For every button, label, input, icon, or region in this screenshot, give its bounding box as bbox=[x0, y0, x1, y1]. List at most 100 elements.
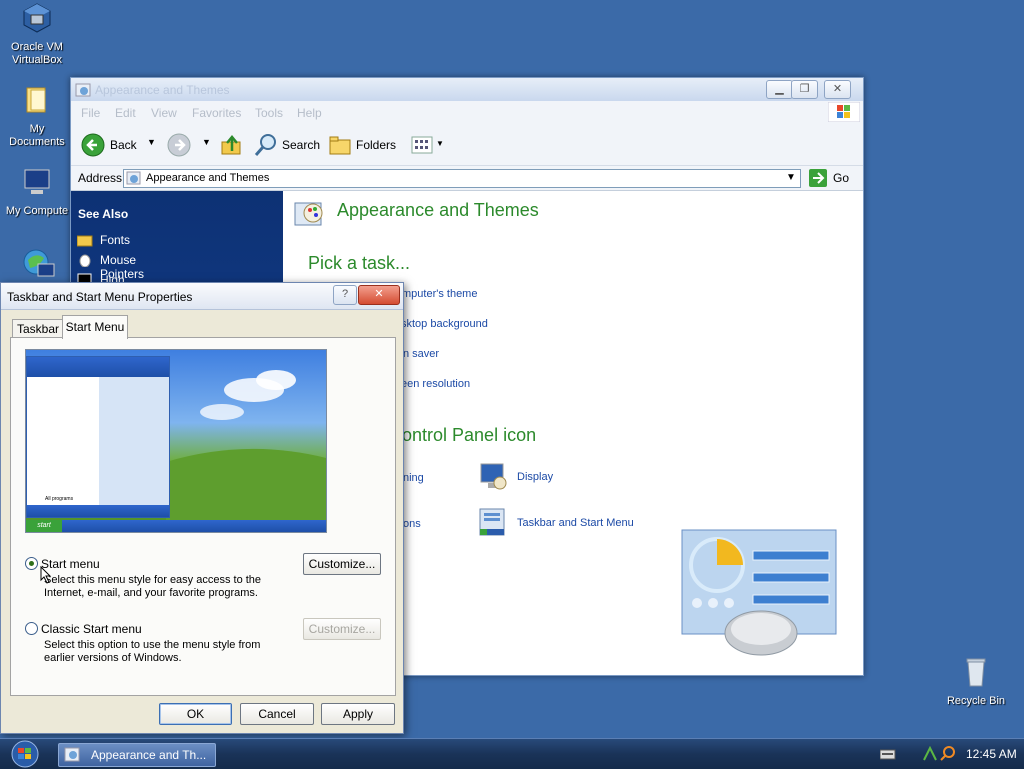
views-icon[interactable] bbox=[411, 136, 433, 154]
see-also-title: See Also bbox=[78, 207, 129, 221]
folders-button[interactable]: Folders bbox=[328, 133, 396, 160]
see-also-mouse-pointers[interactable]: Mouse Pointers bbox=[77, 253, 144, 281]
control-panel-icon bbox=[64, 747, 80, 762]
toolbar: Back ▼ ▼ Search Folders ▼ bbox=[71, 123, 863, 166]
search-icon bbox=[254, 134, 276, 156]
preview-user-header bbox=[27, 357, 169, 377]
start-orb-icon[interactable] bbox=[8, 740, 42, 768]
mouse-cursor-icon bbox=[40, 566, 52, 584]
menu-edit[interactable]: Edit bbox=[115, 106, 136, 120]
network-tray-icon[interactable] bbox=[922, 746, 938, 762]
address-label: Address bbox=[78, 171, 123, 185]
taskbar-item-appearance[interactable]: Appearance and Th... bbox=[58, 743, 216, 767]
desktop-icon-label: My Documents bbox=[9, 123, 65, 148]
views-dropdown-icon[interactable]: ▼ bbox=[436, 139, 444, 148]
menu-tools[interactable]: Tools bbox=[255, 106, 283, 120]
maximize-button[interactable]: ❐ bbox=[791, 80, 818, 99]
windows-flag-icon bbox=[828, 102, 860, 122]
start-menu-desc-1: Select this menu style for easy access t… bbox=[44, 574, 262, 586]
taskbar-illustration-icon bbox=[681, 529, 837, 656]
classic-customize-button[interactable]: Customize... bbox=[303, 618, 381, 640]
mouse-icon bbox=[79, 254, 91, 268]
classic-desc-1: Select this option to use the menu style… bbox=[44, 639, 261, 651]
ok-button[interactable]: OK bbox=[159, 703, 232, 725]
minimize-button[interactable]: ▁ bbox=[766, 80, 793, 99]
preview-right-column bbox=[99, 377, 169, 505]
task-change-theme[interactable]: mputer's theme bbox=[402, 288, 477, 300]
forward-arrow-icon[interactable] bbox=[167, 133, 191, 157]
taskbar: Appearance and Th... 12:45 AM bbox=[0, 738, 1024, 769]
preview-start-button: start bbox=[26, 520, 62, 532]
address-value: Appearance and Themes bbox=[146, 172, 270, 184]
see-also-fonts[interactable]: Fonts bbox=[76, 233, 130, 250]
dialog-close-button[interactable]: ✕ bbox=[358, 285, 400, 305]
back-dropdown-icon[interactable]: ▼ bbox=[147, 137, 156, 147]
display-icon bbox=[480, 463, 507, 490]
page-heading: Appearance and Themes bbox=[337, 200, 539, 220]
preview-all-programs: All programs bbox=[45, 496, 74, 502]
icon-link-partial-2[interactable]: ons bbox=[403, 518, 421, 530]
task-screen-saver[interactable]: n saver bbox=[403, 348, 439, 360]
computer-icon bbox=[24, 169, 50, 194]
desktop-icon-my-documents[interactable]: My Documents bbox=[0, 84, 77, 149]
display-link[interactable]: Display bbox=[478, 461, 553, 496]
properties-dialog: Taskbar and Start Menu Properties ? ✕ Ta… bbox=[0, 282, 404, 734]
desktop-icon-virtualbox[interactable]: Oracle VM VirtualBox bbox=[0, 2, 77, 67]
help-button[interactable]: ? bbox=[333, 285, 357, 305]
recycle-bin-icon bbox=[966, 658, 986, 687]
cancel-button[interactable]: Cancel bbox=[240, 703, 314, 725]
pick-task-heading: Pick a task... bbox=[308, 253, 411, 273]
preview-start-panel: All programs bbox=[26, 356, 170, 518]
start-menu-tab-panel: All programs start Start menu Select thi… bbox=[10, 337, 396, 696]
dialog-title: Taskbar and Start Menu Properties bbox=[7, 290, 193, 304]
folder-icon bbox=[26, 87, 46, 113]
classic-start-menu-label[interactable]: Classic Start menu bbox=[41, 622, 142, 636]
virtualbox-icon bbox=[23, 3, 51, 33]
desktop-icon-label: Oracle VM VirtualBox bbox=[11, 41, 63, 66]
explorer-titlebar[interactable]: Appearance and Themes ▁ ❐ ✕ bbox=[71, 78, 863, 101]
classic-start-menu-radio[interactable] bbox=[25, 622, 38, 635]
desktop-icon-label: Recycle Bin bbox=[946, 695, 1006, 707]
desktop-icon-recycle-bin[interactable]: Recycle Bin bbox=[936, 656, 1016, 708]
dialog-titlebar[interactable]: Taskbar and Start Menu Properties ? ✕ bbox=[1, 283, 403, 310]
classic-desc-2: earlier versions of Windows. bbox=[44, 652, 182, 664]
control-panel-icon bbox=[75, 83, 91, 97]
explorer-title: Appearance and Themes bbox=[95, 83, 230, 97]
preview-taskbar: start bbox=[26, 520, 326, 532]
back-arrow-icon bbox=[81, 133, 105, 157]
up-folder-icon[interactable] bbox=[219, 133, 243, 157]
appearance-themes-icon bbox=[294, 202, 323, 226]
forward-dropdown-icon[interactable]: ▼ bbox=[202, 137, 211, 147]
task-screen-resolution[interactable]: een resolution bbox=[401, 378, 470, 390]
menu-favorites[interactable]: Favorites bbox=[192, 106, 241, 120]
back-button[interactable]: Back bbox=[81, 133, 137, 160]
start-menu-radio[interactable] bbox=[25, 557, 38, 570]
tab-taskbar[interactable]: Taskbar bbox=[12, 319, 64, 338]
search-button[interactable]: Search bbox=[254, 133, 320, 160]
start-menu-preview: All programs start bbox=[25, 349, 327, 533]
menu-help[interactable]: Help bbox=[297, 106, 322, 120]
folders-icon bbox=[329, 136, 351, 155]
go-button[interactable]: Go bbox=[809, 169, 849, 190]
icon-link-partial-1[interactable]: ning bbox=[403, 472, 424, 484]
customize-button[interactable]: Customize... bbox=[303, 553, 381, 575]
network-icon[interactable] bbox=[22, 248, 56, 285]
clock[interactable]: 12:45 AM bbox=[966, 747, 1017, 761]
tab-start-menu[interactable]: Start Menu bbox=[62, 315, 128, 339]
keyboard-icon[interactable] bbox=[880, 748, 896, 760]
taskbar-start-menu-link[interactable]: Taskbar and Start Menu bbox=[478, 507, 634, 542]
desktop-icon-label: My Compute bbox=[5, 205, 69, 217]
start-menu-desc-2: Internet, e-mail, and your favorite prog… bbox=[44, 587, 258, 599]
apply-button[interactable]: Apply bbox=[321, 703, 395, 725]
menu-file[interactable]: File bbox=[81, 106, 100, 120]
task-desktop-background[interactable]: sktop background bbox=[401, 318, 488, 330]
control-panel-icon bbox=[126, 171, 141, 185]
go-arrow-icon bbox=[809, 169, 827, 187]
address-input[interactable]: Appearance and Themes ▼ bbox=[123, 169, 801, 188]
search-tray-icon[interactable] bbox=[940, 745, 956, 761]
address-dropdown-icon[interactable]: ▼ bbox=[786, 172, 796, 183]
address-bar: Address Appearance and Themes ▼ Go bbox=[71, 166, 863, 191]
desktop-icon-my-computer[interactable]: My Compute bbox=[0, 166, 77, 218]
close-button[interactable]: ✕ bbox=[824, 80, 851, 99]
menu-view[interactable]: View bbox=[151, 106, 177, 120]
